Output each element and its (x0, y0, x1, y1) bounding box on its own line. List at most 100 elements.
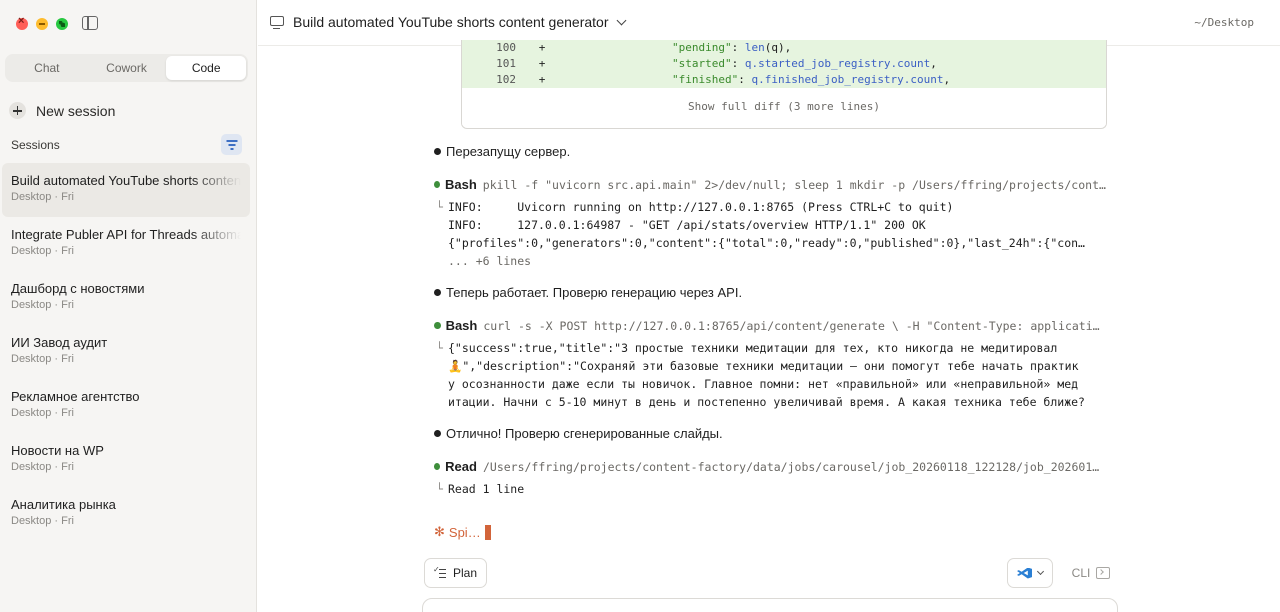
vscode-icon (1017, 566, 1032, 581)
session-meta: Desktop · Fri (11, 461, 74, 473)
tool-command: /Users/ffring/projects/content-factory/d… (482, 459, 1106, 474)
mode-tabs: Chat Cowork Code (5, 54, 248, 82)
output-line: {"success":true,"title":"3 простые техни… (448, 341, 1058, 355)
tool-call-bash[interactable]: Bash pkill -f "uvicorn src.api.main" 2>/… (434, 177, 1106, 192)
output-more[interactable]: ... +6 lines (448, 252, 1091, 270)
session-item[interactable]: Integrate Publer API for Threads automat… (2, 217, 250, 271)
page-title: Build automated YouTube shorts content g… (293, 14, 609, 30)
diff-rest: , (930, 57, 937, 70)
cli-label: CLI (1071, 566, 1091, 580)
session-meta: Desktop · Fri (11, 515, 74, 527)
session-item[interactable]: Build automated YouTube shorts content g… (2, 163, 250, 217)
tool-call-read[interactable]: Read /Users/ffring/projects/content-fact… (434, 459, 1106, 474)
tool-label: Bash (445, 318, 478, 333)
plan-button[interactable]: Plan (424, 558, 488, 588)
session-title: Новости на WP (11, 443, 104, 458)
session-item[interactable]: ИИ Завод аудит Desktop · Fri (2, 325, 250, 379)
output-line: у осознанности даже если ты новичок. Гла… (448, 377, 1079, 391)
tool-call-bash[interactable]: Bash curl -s -X POST http://127.0.0.1:87… (434, 318, 1106, 333)
session-item[interactable]: Рекламное агентство Desktop · Fri (2, 379, 250, 433)
diff-line: 100 + "pending": len(q), (462, 40, 1106, 56)
new-session-label: New session (36, 102, 116, 119)
sidebar: Chat Cowork Code New session Sessions Bu… (0, 0, 257, 612)
output-line: Read 1 line (448, 482, 525, 496)
spinner-text: Spi… (448, 524, 481, 540)
new-session-button[interactable]: New session (9, 102, 115, 119)
diff-code: "pending": len(q), (552, 40, 791, 56)
session-meta: Desktop · Fri (11, 299, 74, 311)
tab-chat[interactable]: Chat (7, 56, 87, 80)
session-item[interactable]: Аналитика рынка Desktop · Fri (2, 487, 250, 541)
diff-line-number: 101 (496, 57, 516, 70)
status-dot-icon (434, 322, 441, 329)
working-directory: ~/Desktop (1194, 16, 1254, 29)
diff-rest: (q), (764, 41, 792, 54)
session-title: Integrate Publer API for Threads automat… (11, 227, 241, 242)
diff-sign: + (538, 41, 546, 54)
session-title: Build automated YouTube shorts content g… (11, 173, 241, 188)
diff-sign: + (538, 57, 546, 70)
session-item[interactable]: Дашборд с новостями Desktop · Fri (2, 271, 250, 325)
window-controls (16, 15, 68, 30)
tab-cowork[interactable]: Cowork (87, 56, 167, 80)
diff-block: 100 + "pending": len(q), 101 + "started"… (461, 40, 1107, 129)
session-meta: Desktop · Fri (11, 407, 74, 419)
tool-output: └ INFO: Uvicorn running on http://127.0.… (436, 198, 1091, 270)
main-panel: Build automated YouTube shorts content g… (258, 0, 1280, 612)
elbow-icon: └ (436, 200, 443, 214)
output-line: INFO: Uvicorn running on http://127.0.0.… (448, 200, 954, 214)
output-line: итации. Начни с 5-10 минут в день и пост… (448, 395, 1085, 409)
session-title-dropdown[interactable]: Build automated YouTube shorts content g… (293, 14, 627, 30)
cursor-icon (484, 524, 491, 540)
sessions-header: Sessions (11, 138, 60, 152)
message-text: Отлично! Проверю сгенерированные слайды. (446, 426, 723, 441)
diff-sign: + (538, 73, 546, 86)
bullet-icon (434, 289, 441, 296)
editor-select-button[interactable] (1007, 558, 1053, 588)
tool-command: curl -s -X POST http://127.0.0.1:8765/ap… (483, 318, 1106, 333)
diff-code: "started": q.started_job_registry.count, (552, 56, 937, 72)
tool-output: └ Read 1 line (436, 480, 1091, 498)
prompt-input[interactable] (422, 598, 1118, 612)
terminal-icon (1096, 567, 1111, 579)
bullet-icon (434, 430, 441, 437)
assistant-message: Теперь работает. Проверю генерацию через… (434, 285, 742, 300)
assistant-message: Перезапущу сервер. (434, 144, 570, 159)
chevron-down-icon (1036, 567, 1045, 576)
show-full-diff-button[interactable]: Show full diff (3 more lines) (462, 88, 1106, 125)
diff-sep: : (731, 57, 745, 70)
status-dot-icon (434, 181, 440, 188)
diff-sep: : (731, 41, 745, 54)
session-item[interactable]: Новости на WP Desktop · Fri (2, 433, 250, 487)
asterisk-icon: ✻ (434, 524, 445, 539)
output-line: 🧘","description":"Сохраняй эти базовые т… (448, 359, 1079, 373)
assistant-message: Отлично! Проверю сгенерированные слайды. (434, 426, 723, 441)
cli-button[interactable]: CLI (1063, 558, 1119, 588)
diff-code: "finished": q.finished_job_registry.coun… (552, 72, 950, 88)
output-line: {"profiles":0,"generators":0,"content":{… (448, 236, 1091, 250)
diff-line: 101 + "started": q.started_job_registry.… (462, 56, 1106, 72)
checklist-icon (433, 565, 446, 579)
message-text: Теперь работает. Проверю генерацию через… (446, 285, 743, 300)
diff-key: "started" (672, 57, 732, 70)
tool-label: Read (445, 459, 477, 474)
session-title: Дашборд с новостями (11, 281, 145, 296)
monitor-icon (270, 16, 284, 29)
diff-fn: q.started_job_registry.count (744, 57, 931, 70)
filter-icon[interactable] (221, 134, 242, 155)
diff-key: "pending" (672, 41, 732, 54)
thinking-indicator: ✻ Spi… (434, 524, 491, 540)
diff-fn: q.finished_job_registry.count (751, 73, 944, 86)
diff-line-number: 102 (496, 73, 516, 86)
output-line: INFO: 127.0.0.1:64987 - "GET /api/stats/… (448, 218, 926, 232)
bullet-icon (434, 148, 441, 155)
status-dot-icon (434, 463, 441, 470)
close-window-button[interactable] (16, 15, 28, 30)
sidebar-toggle-icon[interactable] (82, 16, 98, 30)
plus-icon (9, 102, 26, 119)
minimize-window-button[interactable] (36, 18, 48, 30)
tab-code[interactable]: Code (166, 56, 247, 80)
tool-output: └ {"success":true,"title":"3 простые тех… (436, 339, 1091, 411)
maximize-window-button[interactable] (56, 18, 68, 30)
tool-command: pkill -f "uvicorn src.api.main" 2>/dev/n… (482, 177, 1106, 192)
